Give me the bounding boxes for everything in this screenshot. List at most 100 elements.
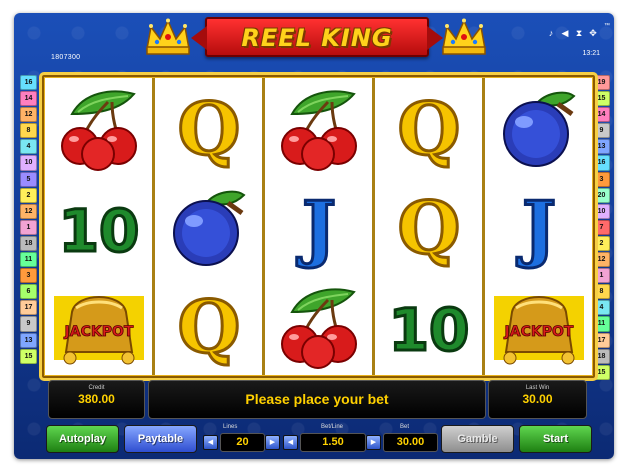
symbol-cell: Q: [375, 177, 482, 276]
symbol-cell: JACKPOT: [485, 276, 592, 375]
symbol-cell: [265, 276, 372, 375]
info-panel: Credit 380.00 Please place your bet Last…: [44, 380, 590, 420]
line-marker: 18: [20, 235, 37, 252]
ten-symbol-icon: 10: [387, 294, 471, 365]
ten-symbol-icon: 10: [57, 195, 141, 266]
plum-icon: [172, 190, 246, 266]
cherry-icon: [280, 90, 357, 171]
svg-text:10: 10: [58, 197, 139, 265]
symbol-cell: [155, 177, 262, 276]
line-marker: 15: [20, 348, 37, 364]
logo-banner: REEL KING: [191, 17, 443, 57]
cherry-icon: [60, 90, 137, 171]
symbol-cell: JACKPOT: [45, 276, 152, 375]
line-marker: 8: [20, 123, 37, 139]
controls: Autoplay Paytable Lines ◀ 20 ▶ Bet/Line …: [44, 424, 592, 455]
game-title: REEL KING: [241, 24, 393, 52]
queen-symbol-icon: Q: [176, 84, 242, 172]
svg-text:Q: Q: [177, 284, 240, 369]
svg-text:JACKPOT: JACKPOT: [63, 324, 133, 340]
line-marker: 3: [20, 268, 37, 284]
lines-increase-button[interactable]: ▶: [265, 435, 280, 450]
fullscreen-icon[interactable]: ✥: [588, 28, 598, 38]
queen-symbol-icon: Q: [396, 183, 462, 271]
line-marker: 9: [20, 316, 37, 332]
clock: 13:21: [582, 50, 600, 57]
jackpot-icon: JACKPOT: [493, 295, 584, 364]
paytable-button[interactable]: Paytable: [124, 425, 197, 453]
line-marker: 12: [20, 203, 37, 219]
plum-icon: [502, 91, 576, 167]
symbol-cell: J: [265, 177, 372, 276]
symbol-cell: Q: [155, 276, 262, 375]
svg-text:10: 10: [388, 296, 469, 364]
symbol-cell: J: [485, 177, 592, 276]
reference-number: 1807300: [51, 54, 81, 61]
status-message: Please place your bet: [245, 391, 389, 407]
message-display: Please place your bet: [148, 380, 486, 419]
symbol-cell: Q: [375, 78, 482, 177]
line-marker: 14: [20, 91, 37, 107]
svg-text:JACKPOT: JACKPOT: [503, 324, 573, 340]
bet-line-label: Bet/Line: [321, 424, 344, 430]
line-marker: 4: [20, 139, 37, 155]
reel-3: J: [265, 78, 372, 375]
reel-area: 10 JACKPOT Q Q J Q Q 10 J JACKPOT: [39, 72, 598, 381]
symbol-cell: 10: [45, 177, 152, 276]
hourglass-icon[interactable]: ⧗: [574, 28, 584, 38]
crown-left-icon: [146, 18, 190, 55]
svg-text:J: J: [295, 185, 335, 270]
sound-icon[interactable]: ◀: [560, 28, 570, 38]
bet-line-value: 1.50: [300, 433, 366, 452]
line-marker: 17: [20, 300, 37, 316]
last-win-display: Last Win 30.00: [488, 380, 587, 419]
bet-value: 30.00: [383, 433, 438, 452]
game-logo: REEL KING ™: [139, 13, 610, 69]
line-marker: 13: [20, 332, 37, 348]
jack-symbol-icon: J: [294, 183, 337, 271]
svg-text:Q: Q: [397, 185, 460, 270]
line-marker: 6: [20, 284, 37, 300]
credit-label: Credit: [88, 385, 105, 391]
line-marker: 5: [20, 171, 37, 187]
gamble-button[interactable]: Gamble: [441, 425, 514, 453]
jack-symbol-icon: J: [514, 183, 557, 271]
autoplay-button[interactable]: Autoplay: [46, 425, 119, 453]
line-marker: 1: [20, 219, 37, 235]
svg-text:J: J: [515, 185, 555, 270]
line-marker: 10: [20, 155, 37, 171]
jackpot-icon: JACKPOT: [53, 295, 144, 364]
last-win-value: 30.00: [522, 392, 553, 406]
last-win-label: Last Win: [525, 385, 550, 391]
reel-4: Q Q 10: [375, 78, 482, 375]
trademark: ™: [604, 23, 610, 29]
lines-label: Lines: [223, 424, 238, 430]
system-icons: ♪ ◀ ⧗ ✥: [546, 28, 598, 38]
symbol-cell: [45, 78, 152, 177]
lines-decrease-button[interactable]: ◀: [203, 435, 218, 450]
line-marker: 12: [20, 107, 37, 123]
music-icon[interactable]: ♪: [546, 28, 556, 38]
reel-5: J JACKPOT: [485, 78, 592, 375]
line-marker: 16: [20, 75, 37, 91]
svg-text:Q: Q: [177, 86, 240, 171]
bet-line-decrease-button[interactable]: ◀: [283, 435, 298, 450]
symbol-cell: [265, 78, 372, 177]
line-marker: 2: [20, 187, 37, 203]
game-frame: 1807300 REEL KING ™ ♪ ◀ ⧗ ✥ 13:21 16 14 …: [14, 13, 614, 459]
cherry-icon: [280, 288, 357, 369]
start-button[interactable]: Start: [519, 425, 592, 453]
bet-label: Bet: [400, 424, 410, 430]
credit-value: 380.00: [78, 392, 115, 406]
reel-2: Q Q: [155, 78, 262, 375]
symbol-cell: 10: [375, 276, 482, 375]
reels: 10 JACKPOT Q Q J Q Q 10 J JACKPOT: [45, 78, 592, 375]
credit-display: Credit 380.00: [48, 380, 145, 419]
queen-symbol-icon: Q: [176, 282, 242, 370]
crown-right-icon: [442, 18, 486, 55]
queen-symbol-icon: Q: [396, 84, 462, 172]
header: 1807300 REEL KING ™ ♪ ◀ ⧗ ✥ 13:21: [14, 13, 614, 75]
bet-line-increase-button[interactable]: ▶: [366, 435, 381, 450]
svg-text:Q: Q: [397, 86, 460, 171]
lines-value: 20: [220, 433, 265, 452]
